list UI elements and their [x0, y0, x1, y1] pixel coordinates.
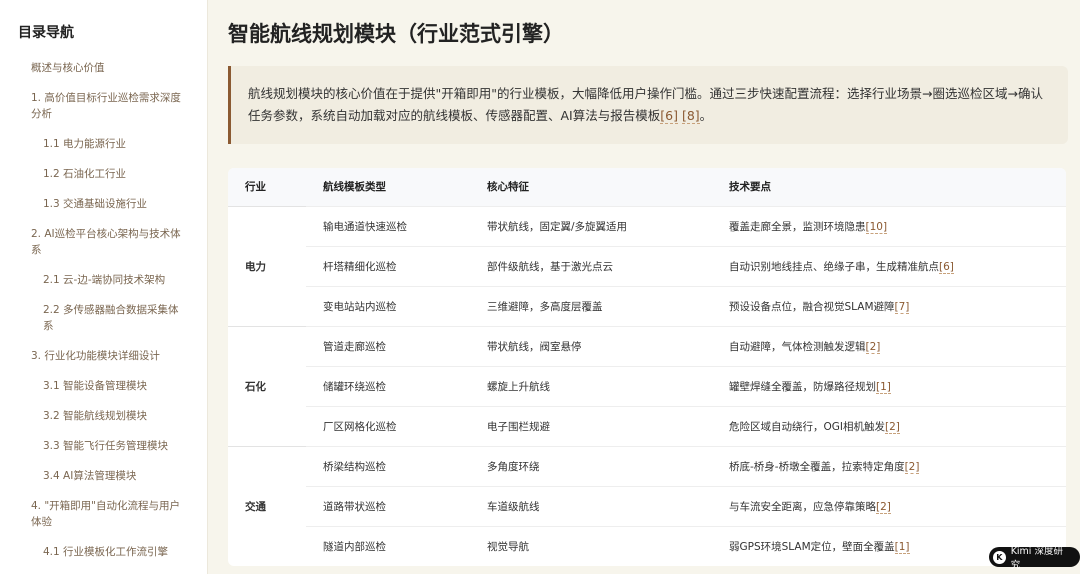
cell-feature: 螺旋上升航线 — [470, 365, 712, 406]
citation-link[interactable]: [1] — [876, 380, 891, 394]
cell-template-type: 储罐环绕巡检 — [306, 365, 470, 406]
citation-link[interactable]: [2] — [865, 340, 881, 354]
toc-item[interactable]: 3.2 智能航线规划模块 — [18, 408, 207, 424]
table-row: 石化 管道走廊巡检 带状航线，阀室悬停 自动避障，气体检测触发逻辑[2] — [228, 325, 1066, 446]
toc-item[interactable]: 1.3 交通基础设施行业 — [18, 196, 207, 212]
tech-text: 覆盖走廊全景，监测环境隐患 — [729, 220, 866, 233]
cell-template-type: 隧道内部巡检 — [306, 525, 470, 566]
cell-feature: 多角度环绕 — [470, 445, 712, 486]
cell-tech: 桥底-桥身-桥墩全覆盖，拉索特定角度[2] — [712, 445, 1066, 486]
header-template-type: 航线模板类型 — [306, 168, 470, 206]
cell-template-type: 桥梁结构巡检 — [306, 445, 470, 486]
table-header-row: 行业 航线模板类型 核心特征 技术要点 — [228, 168, 1066, 206]
badge-label: Kimi 深度研究 — [1010, 546, 1063, 571]
citation-link[interactable]: [6] — [939, 260, 954, 274]
cell-template-type: 杆塔精细化巡检 — [306, 245, 470, 286]
toc-item[interactable]: 4.1 行业模板化工作流引擎 — [18, 544, 207, 560]
kimi-logo-icon: K — [993, 550, 1006, 564]
route-template-table: 行业 航线模板类型 核心特征 技术要点 电力 输电通道快速巡检 带状航线，固定翼/多… — [228, 168, 1066, 566]
callout-end: 。 — [699, 108, 713, 123]
cell-tech: 罐壁焊缝全覆盖，防爆路径规划[1] — [712, 365, 1066, 406]
cell-template-type: 道路带状巡检 — [306, 485, 470, 526]
tech-text: 桥底-桥身-桥墩全覆盖，拉索特定角度 — [729, 460, 905, 473]
cell-template-type: 管道走廊巡检 — [306, 325, 470, 366]
tech-text: 自动识别地线挂点、绝缘子串，生成精准航点 — [729, 260, 939, 273]
cell-tech: 自动识别地线挂点、绝缘子串，生成精准航点[6] — [712, 245, 1066, 286]
toc-item[interactable]: 1.2 石油化工行业 — [18, 166, 207, 182]
citation-link[interactable]: [1] — [894, 540, 910, 554]
citation-link[interactable]: [10] — [865, 220, 888, 234]
header-industry: 行业 — [228, 168, 306, 206]
kimi-badge[interactable]: K Kimi 深度研究 — [989, 546, 1080, 571]
table-row: 道路带状巡检 车道级航线 与车流安全距离，应急停靠策略[2] — [228, 485, 1066, 526]
cell-industry: 交通 — [228, 445, 306, 566]
toc-list: 概述与核心价值 1. 高价值目标行业巡检需求深度分析 1.1 电力能源行业 1.2 石… — [18, 60, 207, 574]
table-row: 杆塔精细化巡检 部件级航线，基于激光点云 自动识别地线挂点、绝缘子串，生成精准航点[… — [228, 245, 1066, 286]
header-feature: 核心特征 — [470, 168, 712, 206]
page-title: 智能航线规划模块（行业范式引擎） — [228, 22, 564, 46]
sidebar-toc: 目录导航 概述与核心价值 1. 高价值目标行业巡检需求深度分析 1.1 电力能源行业… — [0, 0, 208, 574]
cell-industry: 石化 — [228, 325, 306, 446]
table-row: 电力 输电通道快速巡检 带状航线，固定翼/多旋翼适用 覆盖走廊全景，监测环境隐患[10… — [228, 205, 1066, 326]
cell-feature: 视觉导航 — [470, 525, 712, 566]
cell-tech: 自动避障，气体检测触发逻辑[2] — [712, 325, 1066, 366]
tech-text: 危险区域自动绕行，OGI相机触发 — [729, 420, 885, 433]
toc-item[interactable]: 3.4 AI算法管理模块 — [18, 468, 207, 484]
table-row: 变电站站内巡检 三维避障，多高度层覆盖 预设设备点位，融合视觉SLAM避障[7] — [228, 285, 1066, 326]
toc-item[interactable]: 4. "开箱即用"自动化流程与用户体验 — [18, 498, 207, 530]
tech-text: 弱GPS环境SLAM定位，壁面全覆盖 — [729, 540, 895, 553]
toc-item[interactable]: 1. 高价值目标行业巡检需求深度分析 — [18, 90, 207, 122]
callout-text: 航线规划模块的核心价值在于提供"开箱即用"的行业模板，大幅降低用户操作门槛。通过… — [248, 86, 1043, 123]
citation-link[interactable]: [2] — [904, 460, 920, 474]
citation-link[interactable]: [2] — [885, 420, 900, 434]
cell-tech: 覆盖走廊全景，监测环境隐患[10] — [712, 205, 1066, 246]
toc-item[interactable]: 3.3 智能飞行任务管理模块 — [18, 438, 207, 454]
tech-text: 与车流安全距离，应急停靠策略 — [729, 500, 876, 513]
cell-feature: 电子围栏规避 — [470, 405, 712, 446]
tech-text: 预设设备点位，融合视觉SLAM避障 — [729, 300, 895, 313]
citation-link[interactable]: [6] — [660, 108, 678, 124]
tech-text: 罐壁焊缝全覆盖，防爆路径规划 — [729, 380, 876, 393]
cell-template-type: 变电站站内巡检 — [306, 285, 470, 326]
toc-item[interactable]: 2.2 多传感器融合数据采集体系 — [18, 302, 207, 334]
table-row: 交通 桥梁结构巡检 多角度环绕 桥底-桥身-桥墩全覆盖，拉索特定角度[2] — [228, 445, 1066, 566]
cell-feature: 带状航线，阀室悬停 — [470, 325, 712, 366]
toc-title: 目录导航 — [18, 25, 74, 41]
callout-summary: 航线规划模块的核心价值在于提供"开箱即用"的行业模板，大幅降低用户操作门槛。通过… — [228, 66, 1068, 144]
table-row: 储罐环绕巡检 螺旋上升航线 罐壁焊缝全覆盖，防爆路径规划[1] — [228, 365, 1066, 406]
cell-industry: 电力 — [228, 205, 306, 326]
main-content: 智能航线规划模块（行业范式引擎） 航线规划模块的核心价值在于提供"开箱即用"的行… — [228, 0, 1068, 566]
cell-feature: 部件级航线，基于激光点云 — [470, 245, 712, 286]
table-row: 隧道内部巡检 视觉导航 弱GPS环境SLAM定位，壁面全覆盖[1] — [228, 525, 1066, 566]
cell-feature: 三维避障，多高度层覆盖 — [470, 285, 712, 326]
cell-tech: 危险区域自动绕行，OGI相机触发[2] — [712, 405, 1066, 446]
citation-link[interactable]: [2] — [876, 500, 891, 514]
table-row: 厂区网格化巡检 电子围栏规避 危险区域自动绕行，OGI相机触发[2] — [228, 405, 1066, 446]
citation-link[interactable]: [7] — [894, 300, 910, 314]
cell-feature: 车道级航线 — [470, 485, 712, 526]
tech-text: 自动避障，气体检测触发逻辑 — [729, 340, 866, 353]
cell-feature: 带状航线，固定翼/多旋翼适用 — [470, 205, 712, 246]
cell-tech: 与车流安全距离，应急停靠策略[2] — [712, 485, 1066, 526]
toc-item[interactable]: 概述与核心价值 — [18, 60, 207, 76]
cell-tech: 预设设备点位，融合视觉SLAM避障[7] — [712, 285, 1066, 326]
toc-item[interactable]: 1.1 电力能源行业 — [18, 136, 207, 152]
toc-item[interactable]: 2.1 云-边-端协同技术架构 — [18, 272, 207, 288]
cell-template-type: 输电通道快速巡检 — [306, 205, 470, 246]
toc-item[interactable]: 3. 行业化功能模块详细设计 — [18, 348, 207, 364]
header-tech: 技术要点 — [712, 168, 1066, 206]
toc-item[interactable]: 3.1 智能设备管理模块 — [18, 378, 207, 394]
cell-template-type: 厂区网格化巡检 — [306, 405, 470, 446]
toc-item[interactable]: 2. AI巡检平台核心架构与技术体系 — [18, 226, 207, 258]
citation-link[interactable]: [8] — [681, 108, 700, 124]
